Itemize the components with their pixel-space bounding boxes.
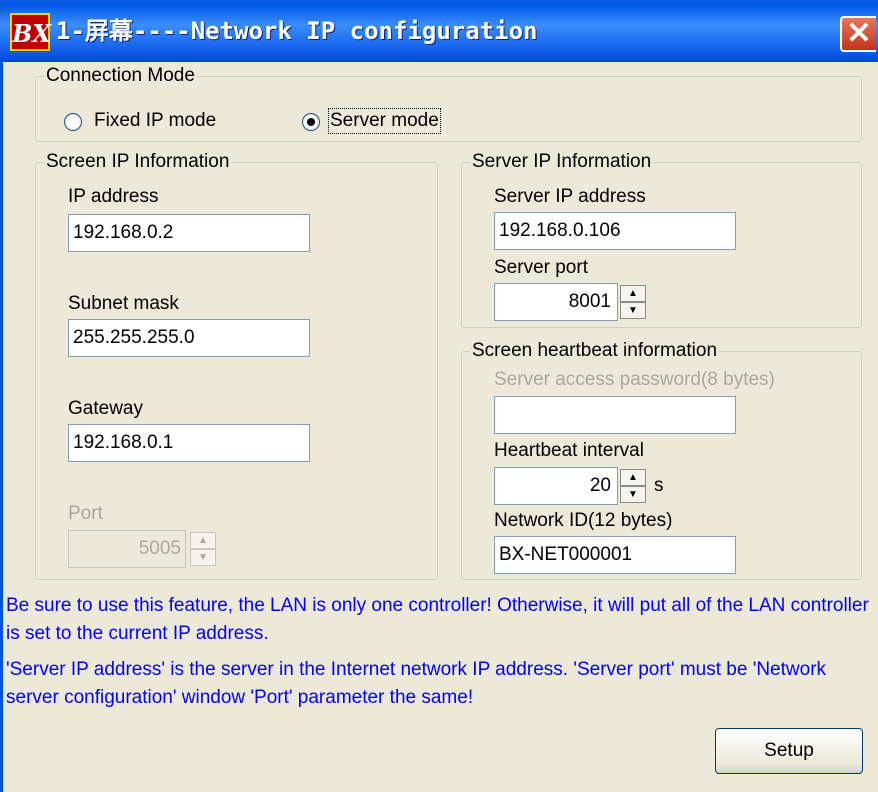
server-ip-address-input[interactable]: 192.168.0.106 — [494, 212, 736, 250]
server-port-spin-buttons[interactable]: ▲ ▼ — [620, 285, 646, 319]
network-id-input[interactable]: BX-NET000001 — [494, 536, 736, 574]
ip-address-input[interactable]: 192.168.0.2 — [68, 214, 310, 252]
window-title: 1-屏幕----Network IP configuration — [56, 17, 538, 45]
spin-down-icon[interactable]: ▼ — [620, 486, 646, 503]
server-password-label: Server access password(8 bytes) — [494, 369, 775, 390]
setup-button[interactable]: Setup — [715, 728, 863, 774]
connection-mode-group: Connection Mode — [35, 65, 862, 142]
fixed-ip-mode-label[interactable]: Fixed IP mode — [94, 110, 216, 132]
network-id-label: Network ID(12 bytes) — [494, 510, 673, 531]
subnet-mask-input[interactable]: 255.255.255.0 — [68, 319, 310, 357]
server-port-label: Server port — [494, 257, 588, 278]
heartbeat-legend: Screen heartbeat information — [470, 340, 720, 362]
gateway-label: Gateway — [68, 398, 143, 419]
app-logo-icon: BX — [10, 13, 51, 51]
server-port-stepper[interactable]: 8001 — [494, 283, 618, 321]
screen-ip-legend: Screen IP Information — [44, 151, 232, 173]
spin-down-icon[interactable]: ▼ — [620, 302, 646, 319]
gateway-input[interactable]: 192.168.0.1 — [68, 424, 310, 462]
spin-down-icon: ▼ — [190, 549, 216, 566]
ip-address-label: IP address — [68, 186, 159, 207]
spin-up-icon[interactable]: ▲ — [620, 469, 646, 486]
port-label: Port — [68, 503, 103, 524]
lan-warning-note: Be sure to use this feature, the LAN is … — [6, 595, 869, 644]
port-spin-buttons: ▲ ▼ — [190, 532, 216, 566]
connection-mode-legend: Connection Mode — [44, 65, 197, 87]
server-mode-label[interactable]: Server mode — [328, 108, 441, 134]
port-stepper: 5005 — [68, 530, 186, 568]
heartbeat-interval-unit: s — [654, 475, 664, 496]
heartbeat-interval-spin-buttons[interactable]: ▲ ▼ — [620, 469, 646, 503]
heartbeat-interval-stepper[interactable]: 20 — [494, 467, 618, 505]
window-border — [0, 62, 3, 792]
server-port-note: 'Server IP address' is the server in the… — [6, 659, 827, 708]
server-ip-address-label: Server IP address — [494, 186, 646, 207]
server-password-input[interactable] — [494, 396, 736, 434]
close-icon: ✕ — [846, 17, 872, 50]
title-bar[interactable]: BX 1-屏幕----Network IP configuration ✕ — [0, 0, 878, 62]
fixed-ip-mode-radio[interactable] — [64, 113, 82, 131]
close-button[interactable]: ✕ — [840, 16, 876, 52]
server-ip-legend: Server IP Information — [470, 151, 654, 173]
spin-up-icon[interactable]: ▲ — [620, 285, 646, 302]
subnet-mask-label: Subnet mask — [68, 293, 179, 314]
server-mode-radio[interactable] — [302, 113, 320, 131]
heartbeat-interval-label: Heartbeat interval — [494, 440, 644, 461]
network-ip-config-dialog: BX 1-屏幕----Network IP configuration ✕ Co… — [0, 0, 878, 792]
spin-up-icon: ▲ — [190, 532, 216, 549]
